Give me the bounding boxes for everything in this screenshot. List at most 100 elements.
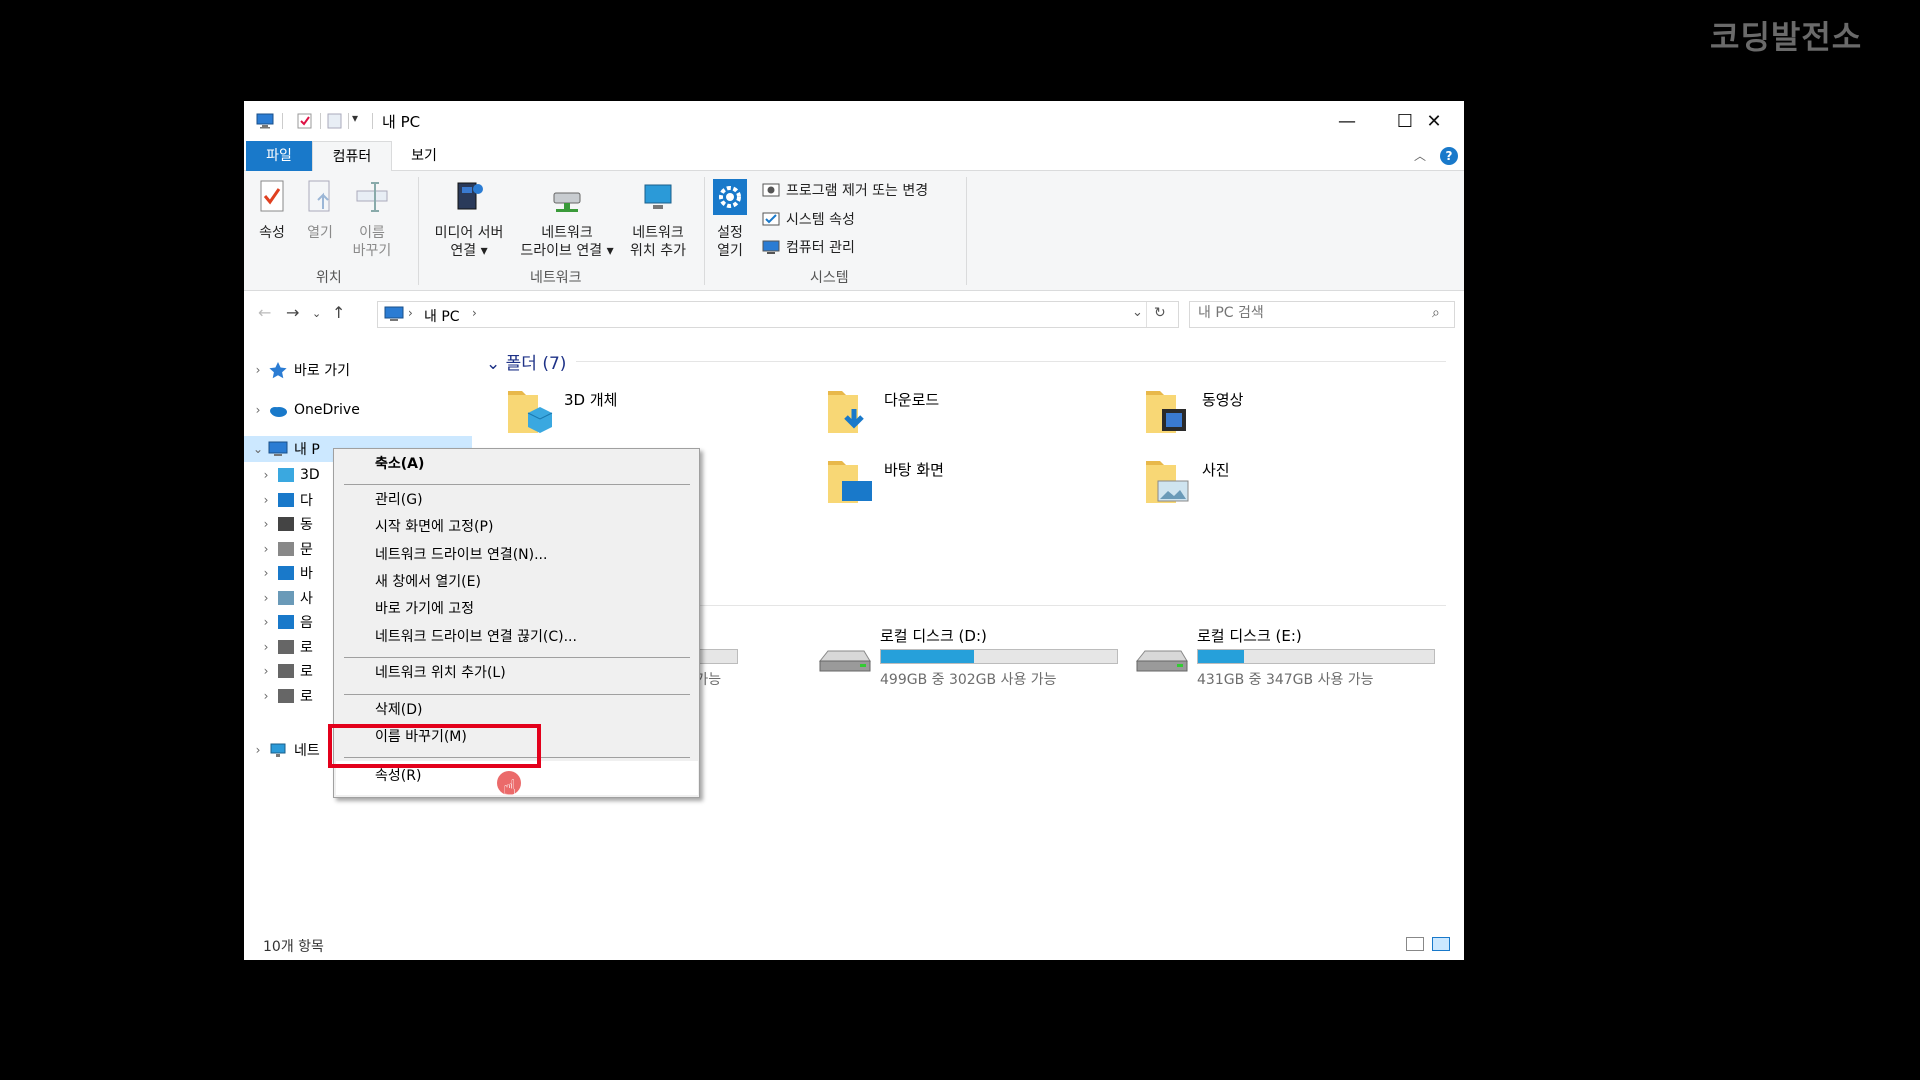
address-dropdown-icon[interactable]: ⌄ xyxy=(1132,305,1143,320)
expand-chevron-icon[interactable]: › xyxy=(248,363,268,377)
up-arrow-icon[interactable]: ↑ xyxy=(332,303,345,322)
folder-3d-objects[interactable]: 3D 개체 xyxy=(506,385,806,445)
back-arrow-icon[interactable]: ← xyxy=(258,303,271,322)
ribbon-tabs: 파일 컴퓨터 보기 xyxy=(244,141,1464,172)
folder-name: 다운로드 xyxy=(884,391,940,409)
nav-label: 다 xyxy=(300,492,313,509)
folder-desktop[interactable]: 바탕 화면 xyxy=(826,455,1126,515)
menu-item-manage[interactable]: 관리(G) xyxy=(375,487,423,513)
rename-ribbon-button[interactable]: 이름 바꾸기 xyxy=(348,179,396,260)
group-system-label: 시스템 xyxy=(810,270,849,286)
tab-computer[interactable]: 컴퓨터 xyxy=(312,141,392,172)
hand-cursor-icon: ☝ xyxy=(503,776,517,801)
expand-chevron-icon[interactable]: › xyxy=(256,468,276,482)
drive-d[interactable]: 로컬 디스크 (D:) 499GB 중 302GB 사용 가능 xyxy=(816,625,1136,688)
address-bar[interactable]: › 내 PC › ⌄ ↻ xyxy=(377,301,1179,328)
nav-quick-access[interactable]: › 바로 가기 xyxy=(244,357,472,383)
map-drive-label-1: 네트워크 xyxy=(541,225,593,241)
add-network-location-button[interactable]: 네트워크 위치 추가 xyxy=(622,179,694,260)
group-location-label: 위치 xyxy=(316,270,342,286)
uninstall-program-button[interactable]: 프로그램 제거 또는 변경 xyxy=(762,179,928,201)
expand-chevron-icon[interactable]: › xyxy=(256,689,276,703)
status-bar: 10개 항목 xyxy=(244,930,1464,960)
network-drive-icon xyxy=(553,192,581,212)
help-icon[interactable]: ? xyxy=(1440,147,1458,165)
menu-item-collapse[interactable]: 축소(A) xyxy=(375,451,424,477)
nav-label: OneDrive xyxy=(294,402,360,418)
recent-locations-chevron-icon[interactable]: ⌄ xyxy=(312,307,321,320)
folder-videos[interactable]: 동영상 xyxy=(1144,385,1444,445)
cube-3d-icon xyxy=(278,468,294,482)
expand-chevron-icon[interactable]: › xyxy=(256,566,276,580)
watermark-logo: 코딩발전소 xyxy=(1710,18,1863,56)
open-settings-button[interactable]: 설정 열기 xyxy=(710,179,750,260)
expand-chevron-icon[interactable]: › xyxy=(256,542,276,556)
folder-name: 바탕 화면 xyxy=(884,461,944,479)
menu-item-delete[interactable]: 삭제(D) xyxy=(375,697,422,723)
refresh-icon[interactable]: ↻ xyxy=(1154,305,1166,321)
expand-chevron-icon[interactable]: › xyxy=(256,615,276,629)
menu-separator xyxy=(344,484,690,485)
ribbon-collapse-icon[interactable]: ︿ xyxy=(1414,147,1426,164)
minimize-button[interactable]: — xyxy=(1318,101,1376,141)
expand-chevron-icon[interactable]: › xyxy=(256,640,276,654)
open-ribbon-button[interactable]: 열기 xyxy=(302,179,338,242)
network-icon xyxy=(270,743,286,757)
folder-name: 3D 개체 xyxy=(564,391,618,409)
tab-view[interactable]: 보기 xyxy=(392,141,456,171)
menu-item-add-network-location[interactable]: 네트워크 위치 추가(L) xyxy=(375,660,506,686)
settings-label-1: 설정 xyxy=(717,225,743,241)
folders-header-label: 폴더 (7) xyxy=(505,354,567,374)
breadcrumb-separator-icon[interactable]: › xyxy=(408,306,413,320)
expand-chevron-icon[interactable]: › xyxy=(256,493,276,507)
expand-chevron-icon[interactable]: › xyxy=(256,591,276,605)
menu-item-disconnect-drive[interactable]: 네트워크 드라이브 연결 끊기(C)... xyxy=(375,624,577,650)
system-properties-button[interactable]: 시스템 속성 xyxy=(762,208,855,230)
tab-file[interactable]: 파일 xyxy=(246,141,312,171)
computer-icon xyxy=(384,306,404,321)
menu-item-pin-start[interactable]: 시작 화면에 고정(P) xyxy=(375,514,493,540)
menu-item-open-new-window[interactable]: 새 창에서 열기(E) xyxy=(375,569,481,595)
search-icon[interactable]: ⌕ xyxy=(1432,305,1440,321)
hard-drive-icon xyxy=(1135,650,1188,672)
star-icon xyxy=(269,362,287,379)
folder-pictures[interactable]: 사진 xyxy=(1144,455,1444,515)
folders-group-header[interactable]: ⌄ 폴더 (7) xyxy=(486,349,566,374)
customize-quick-access-icon[interactable]: ▾ xyxy=(352,111,358,125)
expand-chevron-icon[interactable]: › xyxy=(256,664,276,678)
breadcrumb-this-pc[interactable]: 내 PC xyxy=(424,306,460,326)
downloads-folder-icon xyxy=(828,391,864,433)
menu-separator xyxy=(344,694,690,695)
collapse-chevron-icon[interactable]: ⌄ xyxy=(248,442,268,456)
map-network-drive-button[interactable]: 네트워크 드라이브 연결 ▾ xyxy=(512,179,622,260)
close-button[interactable]: ✕ xyxy=(1404,101,1464,141)
expand-chevron-icon[interactable]: › xyxy=(256,517,276,531)
menu-item-map-drive[interactable]: 네트워크 드라이브 연결(N)... xyxy=(375,542,547,568)
uninstall-label: 프로그램 제거 또는 변경 xyxy=(786,183,929,199)
expand-chevron-icon[interactable]: › xyxy=(248,743,268,757)
rename-icon xyxy=(356,182,388,212)
breadcrumb-separator-icon[interactable]: › xyxy=(472,306,477,320)
folder-downloads[interactable]: 다운로드 xyxy=(826,385,1126,445)
drive-e[interactable]: 로컬 디스크 (E:) 431GB 중 347GB 사용 가능 xyxy=(1133,625,1453,688)
nav-label: 동 xyxy=(300,517,313,533)
search-box[interactable]: ⌕ xyxy=(1189,301,1455,328)
nav-label: 3D xyxy=(300,467,320,483)
details-view-icon[interactable] xyxy=(1406,937,1424,951)
media-server-icon xyxy=(457,182,483,210)
properties-quick-icon[interactable] xyxy=(296,113,314,129)
forward-arrow-icon[interactable]: → xyxy=(286,303,299,322)
computer-management-button[interactable]: 컴퓨터 관리 xyxy=(762,236,855,258)
large-icons-view-icon[interactable] xyxy=(1432,937,1450,951)
computer-icon xyxy=(256,113,274,129)
expand-chevron-icon[interactable]: › xyxy=(248,403,268,417)
menu-item-pin-quick-access[interactable]: 바로 가기에 고정 xyxy=(375,596,474,622)
hard-drive-icon xyxy=(818,650,871,672)
properties-ribbon-button[interactable]: 속성 xyxy=(254,179,290,242)
drive-icon xyxy=(278,639,294,654)
new-folder-quick-icon[interactable] xyxy=(326,113,344,129)
nav-onedrive[interactable]: › OneDrive xyxy=(244,397,472,423)
network-location-icon xyxy=(644,184,672,209)
media-server-button[interactable]: 미디어 서버 연결 ▾ xyxy=(424,179,514,260)
search-input[interactable] xyxy=(1198,305,1418,321)
